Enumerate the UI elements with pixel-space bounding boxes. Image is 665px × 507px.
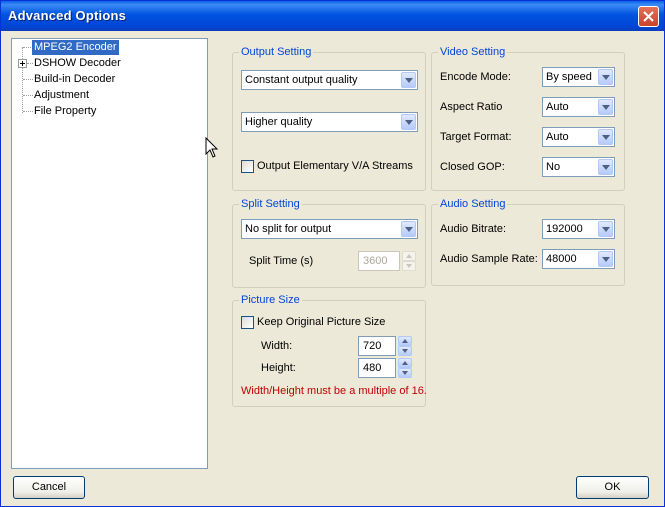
select-value: By speed <box>546 71 592 83</box>
group-title: Audio Setting <box>438 198 508 211</box>
dropdown-arrow-icon[interactable] <box>401 114 416 130</box>
width-label: Width: <box>261 340 293 352</box>
quality-mode-select[interactable]: Constant output quality <box>241 70 418 90</box>
select-value: Auto <box>546 101 569 113</box>
picture-size-group: Picture Size Keep Original Picture Size … <box>232 294 427 407</box>
split-setting-group: Split Setting No split for output Split … <box>232 198 426 288</box>
window-title: Advanced Options <box>8 8 127 23</box>
select-value: No split for output <box>245 223 332 235</box>
encode-mode-select[interactable]: By speed <box>542 67 615 87</box>
dropdown-arrow-icon[interactable] <box>598 69 613 85</box>
multiple-of-16-warning: Width/Height must be a multiple of 16. <box>241 385 427 397</box>
spin-up-icon[interactable] <box>402 251 416 261</box>
split-time-label: Split Time (s) <box>249 255 314 267</box>
dropdown-arrow-icon[interactable] <box>598 99 613 115</box>
close-button[interactable] <box>638 6 659 27</box>
elementary-streams-label: Output Elementary V/A Streams <box>257 160 413 172</box>
spin-down-icon[interactable] <box>398 368 412 378</box>
tree-connector <box>22 47 23 113</box>
audio-sample-rate-label: Audio Sample Rate: <box>440 253 538 265</box>
group-title: Picture Size <box>239 294 302 307</box>
tree-item-mpeg2-encoder[interactable]: MPEG2 Encoder <box>32 40 119 55</box>
audio-sample-rate-select[interactable]: 48000 <box>542 249 615 269</box>
dropdown-arrow-icon[interactable] <box>598 221 613 237</box>
spin-up-icon[interactable] <box>398 336 412 346</box>
dropdown-arrow-icon[interactable] <box>598 251 613 267</box>
width-input[interactable]: 720 <box>358 336 396 356</box>
split-time-input[interactable]: 3600 <box>358 251 400 271</box>
dropdown-arrow-icon[interactable] <box>598 159 613 175</box>
select-value: Auto <box>546 131 569 143</box>
close-icon <box>643 11 654 22</box>
height-value: 480 <box>363 362 382 374</box>
closed-gop-label: Closed GOP: <box>440 161 505 173</box>
title-bar[interactable]: Advanced Options <box>1 1 664 31</box>
audio-bitrate-select[interactable]: 192000 <box>542 219 615 239</box>
select-value: 192000 <box>546 223 583 235</box>
dropdown-arrow-icon[interactable] <box>598 129 613 145</box>
mouse-cursor-icon <box>205 137 219 158</box>
ok-button[interactable]: OK <box>576 476 649 499</box>
elementary-streams-checkbox[interactable] <box>241 160 254 173</box>
expand-icon[interactable] <box>18 59 27 68</box>
select-value: Constant output quality <box>245 74 358 86</box>
options-tree[interactable]: MPEG2 Encoder DSHOW Decoder Build-in Dec… <box>11 38 208 469</box>
split-time-spinner[interactable] <box>402 251 416 271</box>
spin-up-icon[interactable] <box>398 358 412 368</box>
select-value: 48000 <box>546 253 577 265</box>
cancel-button[interactable]: Cancel <box>13 476 85 499</box>
split-time-value: 3600 <box>363 255 388 267</box>
split-mode-select[interactable]: No split for output <box>241 219 418 239</box>
audio-bitrate-label: Audio Bitrate: <box>440 223 507 235</box>
tree-item-dshow-decoder[interactable]: DSHOW Decoder <box>32 56 123 71</box>
tree-item-file-property[interactable]: File Property <box>32 104 98 119</box>
dropdown-arrow-icon[interactable] <box>401 221 416 237</box>
tree-item-build-in-decoder[interactable]: Build-in Decoder <box>32 72 117 87</box>
height-label: Height: <box>261 362 296 374</box>
spin-down-icon[interactable] <box>402 261 416 271</box>
dropdown-arrow-icon[interactable] <box>401 72 416 88</box>
aspect-ratio-select[interactable]: Auto <box>542 97 615 117</box>
height-spinner[interactable] <box>398 358 412 378</box>
spin-down-icon[interactable] <box>398 346 412 356</box>
output-setting-group: Output Setting Constant output quality H… <box>232 46 426 191</box>
target-format-label: Target Format: <box>440 131 512 143</box>
select-value: No <box>546 161 561 173</box>
keep-original-checkbox[interactable] <box>241 316 254 329</box>
group-title: Split Setting <box>239 198 302 211</box>
audio-setting-group: Audio Setting Audio Bitrate: 192000 Audi… <box>431 198 625 286</box>
aspect-ratio-label: Aspect Ratio <box>440 101 503 113</box>
height-input[interactable]: 480 <box>358 358 396 378</box>
tree-item-adjustment[interactable]: Adjustment <box>32 88 91 103</box>
target-format-select[interactable]: Auto <box>542 127 615 147</box>
group-title: Output Setting <box>239 46 314 59</box>
group-title: Video Setting <box>438 46 508 59</box>
video-setting-group: Video Setting Encode Mode: By speed Aspe… <box>431 46 625 191</box>
advanced-options-dialog: Advanced Options MPEG2 Encoder DSHOW Dec… <box>0 0 665 507</box>
select-value: Higher quality <box>245 116 313 128</box>
quality-level-select[interactable]: Higher quality <box>241 112 418 132</box>
width-spinner[interactable] <box>398 336 412 356</box>
width-value: 720 <box>363 340 382 352</box>
encode-mode-label: Encode Mode: <box>440 71 511 83</box>
closed-gop-select[interactable]: No <box>542 157 615 177</box>
keep-original-label: Keep Original Picture Size <box>257 316 386 328</box>
